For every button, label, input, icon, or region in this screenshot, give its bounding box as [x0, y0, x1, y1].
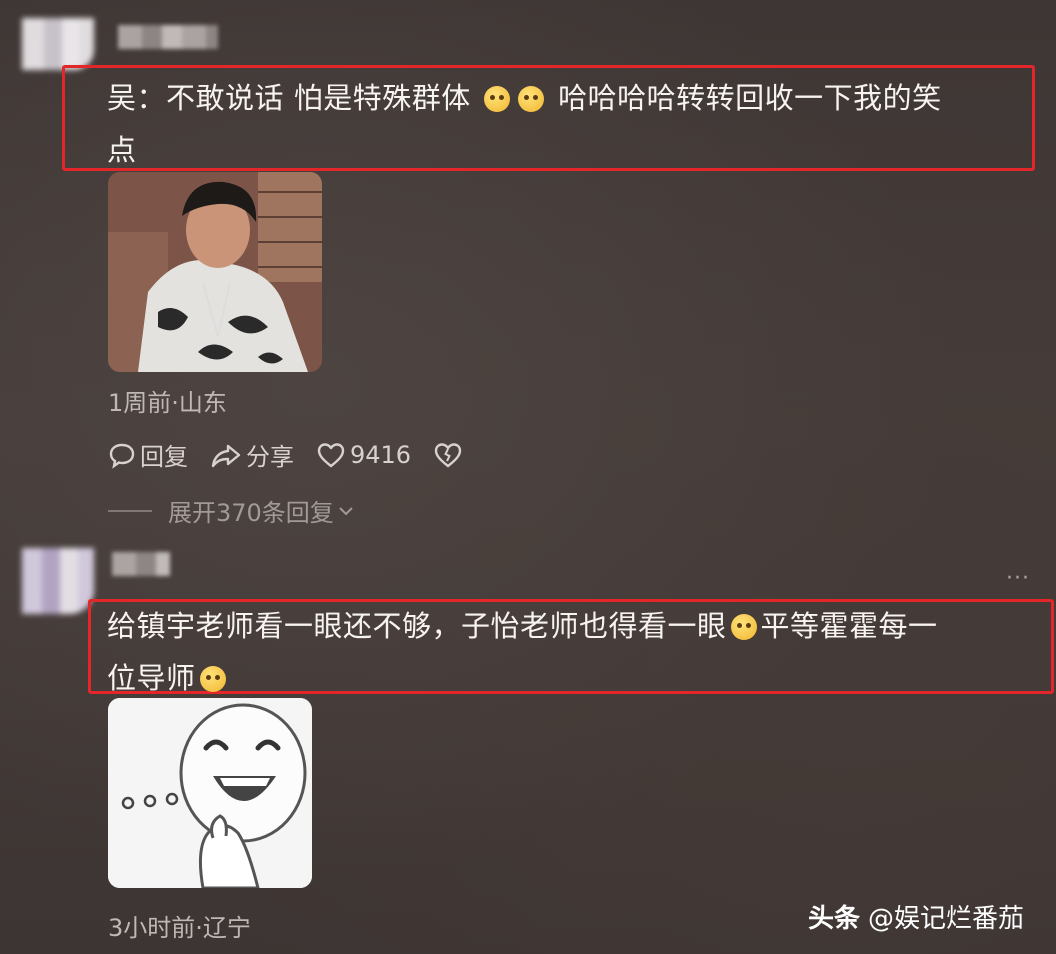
avatar[interactable]	[22, 548, 94, 614]
comment-image[interactable]	[108, 172, 322, 372]
expand-replies[interactable]: 展开370条回复	[108, 493, 356, 528]
comment-text-part: 哈哈哈哈转转回收一下我的笑	[558, 81, 942, 115]
chevron-down-icon	[339, 506, 353, 515]
heart-icon	[317, 442, 345, 467]
reply-button[interactable]: 回复	[108, 437, 188, 472]
comment-text-part: 给镇宇老师看一眼还不够，子怡老师也得看一眼	[107, 609, 727, 643]
laughing-face-sticker-icon	[108, 698, 312, 888]
dislike-button[interactable]	[433, 441, 467, 469]
smirk-emoji-icon	[730, 614, 757, 640]
grin-emoji-icon	[199, 666, 226, 692]
thinking-emoji-icon	[484, 86, 511, 112]
broken-heart-icon	[434, 442, 462, 467]
comment-meta: 3小时前·辽宁	[108, 914, 251, 942]
more-button[interactable]: ···	[1006, 566, 1030, 591]
comment-text: 给镇宇老师看一眼还不够，子怡老师也得看一眼 平等霍霍每一 位导师	[107, 600, 1047, 704]
share-button[interactable]: 分享	[210, 437, 294, 472]
watermark-brand: 头条	[808, 904, 861, 934]
man-in-camo-jacket-photo-icon	[108, 172, 322, 372]
thinking-emoji-icon	[518, 86, 545, 112]
expand-label: 展开370条回复	[168, 499, 334, 527]
comment-image[interactable]	[108, 698, 312, 888]
comment-text-part: 位导师	[107, 661, 196, 695]
comment-text-part: 平等霍霍每一	[760, 609, 938, 643]
comment-text-part: 点	[107, 133, 137, 167]
comment-text: 吴：不敢说话 怕是特殊群体 哈哈哈哈转转回收一下我的笑 点	[107, 72, 1027, 176]
username[interactable]	[118, 25, 218, 49]
watermark: 头条 @娱记烂番茄	[808, 898, 1024, 935]
reply-label: 回复	[140, 443, 188, 471]
avatar[interactable]	[22, 18, 94, 70]
comment-actions: 回复 分享 9416	[108, 437, 467, 472]
comment-text-part: 吴：不敢说话 怕是特殊群体	[107, 81, 471, 115]
username[interactable]	[112, 552, 170, 576]
comment-bubble-icon	[109, 443, 135, 469]
divider-line	[108, 509, 152, 512]
watermark-handle: @娱记烂番茄	[868, 904, 1025, 934]
comment-meta: 1周前·山东	[108, 389, 227, 417]
like-count: 9416	[350, 440, 412, 469]
like-button[interactable]: 9416	[316, 441, 411, 469]
share-arrow-icon	[211, 444, 241, 467]
share-label: 分享	[246, 443, 294, 471]
